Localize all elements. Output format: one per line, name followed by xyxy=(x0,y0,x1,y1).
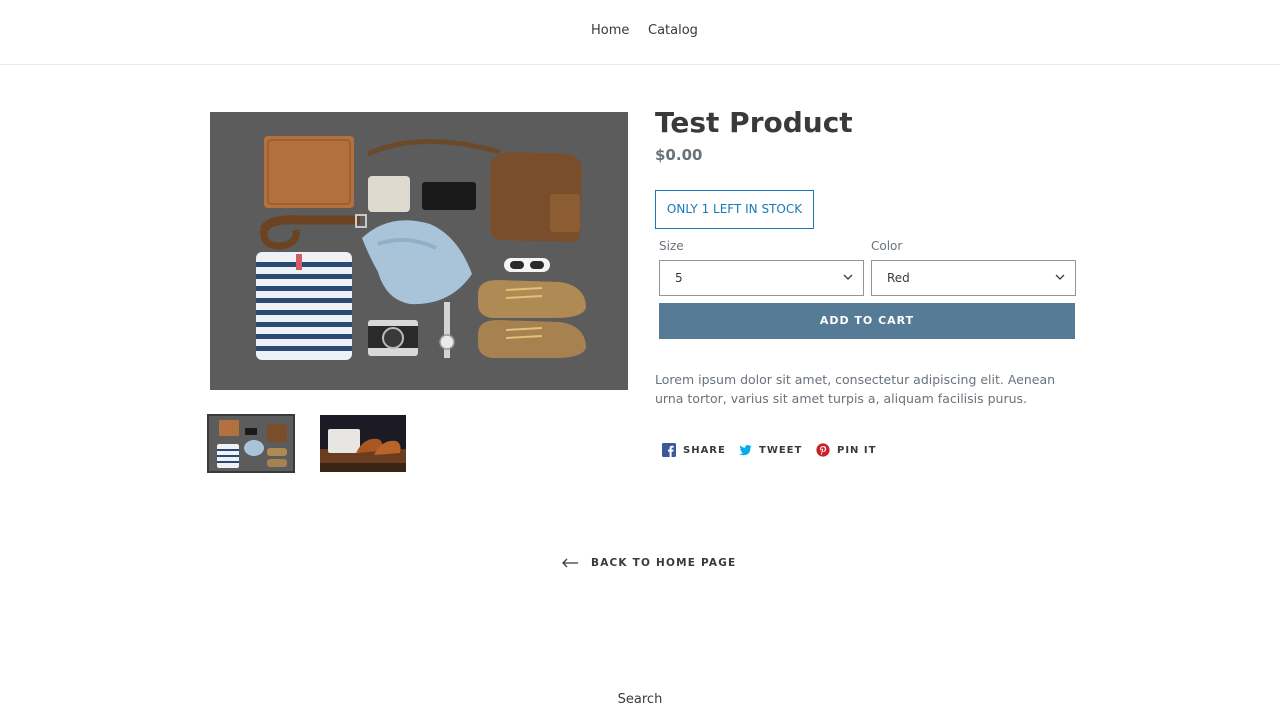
thumbnail-shoes-image xyxy=(320,415,406,472)
product-description: Lorem ipsum dolor sit amet, consectetur … xyxy=(655,372,1056,406)
color-select-value: Red xyxy=(887,271,910,285)
size-label: Size xyxy=(659,239,684,253)
share-twitter-link[interactable]: TWEET xyxy=(738,440,802,460)
flat-lay-photo xyxy=(210,112,628,390)
tweet-label: TWEET xyxy=(759,444,803,456)
back-to-home-link[interactable]: BACK TO HOME PAGE xyxy=(561,553,736,573)
size-select[interactable]: 5 xyxy=(659,260,864,296)
facebook-icon xyxy=(662,443,676,457)
stock-status-badge: ONLY 1 LEFT IN STOCK xyxy=(655,190,814,229)
share-label: SHARE xyxy=(683,444,726,456)
twitter-icon xyxy=(739,445,752,456)
share-facebook-link[interactable]: SHARE xyxy=(662,440,726,460)
back-link-label: BACK TO HOME PAGE xyxy=(591,557,737,569)
color-label: Color xyxy=(871,239,903,253)
product-main-image[interactable] xyxy=(210,112,628,390)
nav-home-link[interactable]: Home xyxy=(591,23,629,38)
product-thumbnail-2[interactable] xyxy=(320,415,406,472)
product-thumbnail-1[interactable] xyxy=(207,414,295,473)
chevron-down-icon xyxy=(1055,274,1065,280)
footer-search-link[interactable]: Search xyxy=(0,692,1280,707)
thumbnail-flat-lay-image xyxy=(209,416,293,471)
color-select[interactable]: Red xyxy=(871,260,1076,296)
arrow-left-icon xyxy=(562,558,578,568)
share-pinterest-link[interactable]: PIN IT xyxy=(816,440,876,460)
nav-catalog-link[interactable]: Catalog xyxy=(648,23,698,38)
product-price: $0.00 xyxy=(655,146,703,164)
add-to-cart-button[interactable]: ADD TO CART xyxy=(659,303,1075,339)
product-title: Test Product xyxy=(655,106,853,139)
chevron-down-icon xyxy=(843,274,853,280)
pinterest-icon xyxy=(816,443,830,457)
site-header-nav: Home Catalog xyxy=(0,0,1280,65)
pin-it-label: PIN IT xyxy=(837,444,877,456)
size-select-value: 5 xyxy=(675,271,683,285)
